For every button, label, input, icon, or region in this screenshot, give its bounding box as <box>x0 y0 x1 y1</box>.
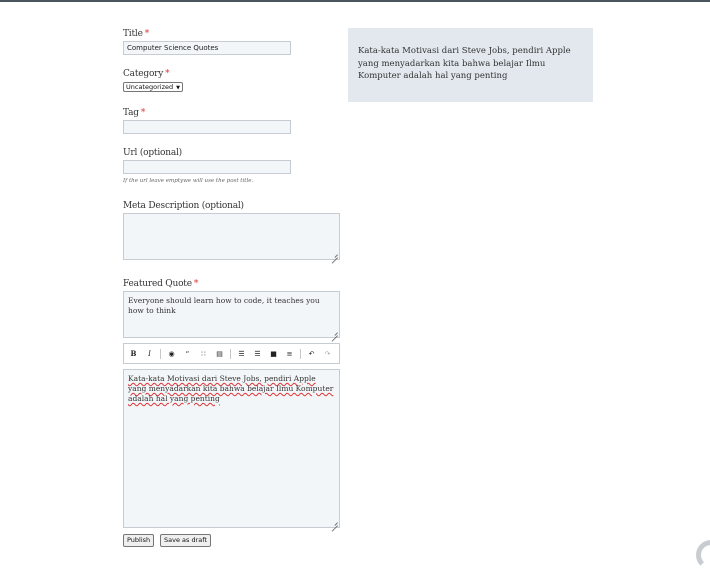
bold-icon[interactable]: B <box>128 347 139 360</box>
tag-label: Tag * <box>123 108 146 118</box>
toolbar-divider <box>230 348 231 359</box>
required-mark: * <box>165 69 170 79</box>
resize-handle[interactable] <box>332 330 338 336</box>
featured-quote-textarea[interactable]: Everyone should learn how to code, it te… <box>123 291 340 338</box>
required-mark: * <box>144 29 150 39</box>
top-bar <box>0 0 710 2</box>
featured-quote-label: Featured Quote * <box>123 279 199 289</box>
editor-toolbar: B I ◉ “ ∷ ▤ ☰ ☰ ■ ≡ ↶ ↷ <box>123 343 340 364</box>
resize-handle[interactable] <box>332 520 338 526</box>
save-draft-button[interactable]: Save as draft <box>160 534 211 547</box>
publish-button[interactable]: Publish <box>123 534 155 547</box>
tag-input[interactable] <box>123 120 291 134</box>
resize-handle[interactable] <box>332 252 338 258</box>
url-help-text: If the url leave emptywe will use the po… <box>123 178 254 184</box>
blockquote-icon[interactable]: “ <box>182 347 193 360</box>
category-select[interactable]: Uncategorized ▼ <box>123 82 183 92</box>
preview-panel: Kata-kata Motivasi dari Steve Jobs, pend… <box>348 28 593 102</box>
url-input[interactable] <box>123 160 291 174</box>
toolbar-divider <box>160 348 161 359</box>
category-label: Category * <box>123 69 170 79</box>
corner-decoration <box>696 540 710 570</box>
horizontal-rule-icon[interactable]: ≡ <box>284 347 295 360</box>
title-label: Title * <box>123 29 150 39</box>
required-mark: * <box>193 279 199 289</box>
chevron-down-icon: ▼ <box>176 85 180 91</box>
required-mark: * <box>140 108 146 118</box>
ordered-list-icon[interactable]: ☰ <box>236 347 247 360</box>
meta-description-label: Meta Description (optional) <box>123 201 244 211</box>
content-editor[interactable]: Kata-kata Motivasi dari Steve Jobs, pend… <box>123 369 340 528</box>
preview-text: Kata-kata Motivasi dari Steve Jobs, pend… <box>358 46 571 81</box>
link-icon[interactable]: ◉ <box>166 347 177 360</box>
toolbar-divider <box>300 348 301 359</box>
italic-icon[interactable]: I <box>144 347 155 360</box>
meta-description-textarea[interactable] <box>123 213 340 260</box>
image-icon[interactable]: ▤ <box>214 347 225 360</box>
undo-icon[interactable]: ↶ <box>306 347 317 360</box>
url-label: Url (optional) <box>123 148 182 158</box>
redo-icon[interactable]: ↷ <box>322 347 333 360</box>
code-icon[interactable]: ∷ <box>198 347 209 360</box>
title-input[interactable]: Computer Science Quotes <box>123 41 291 55</box>
heading-icon[interactable]: ■ <box>268 347 279 360</box>
unordered-list-icon[interactable]: ☰ <box>252 347 263 360</box>
